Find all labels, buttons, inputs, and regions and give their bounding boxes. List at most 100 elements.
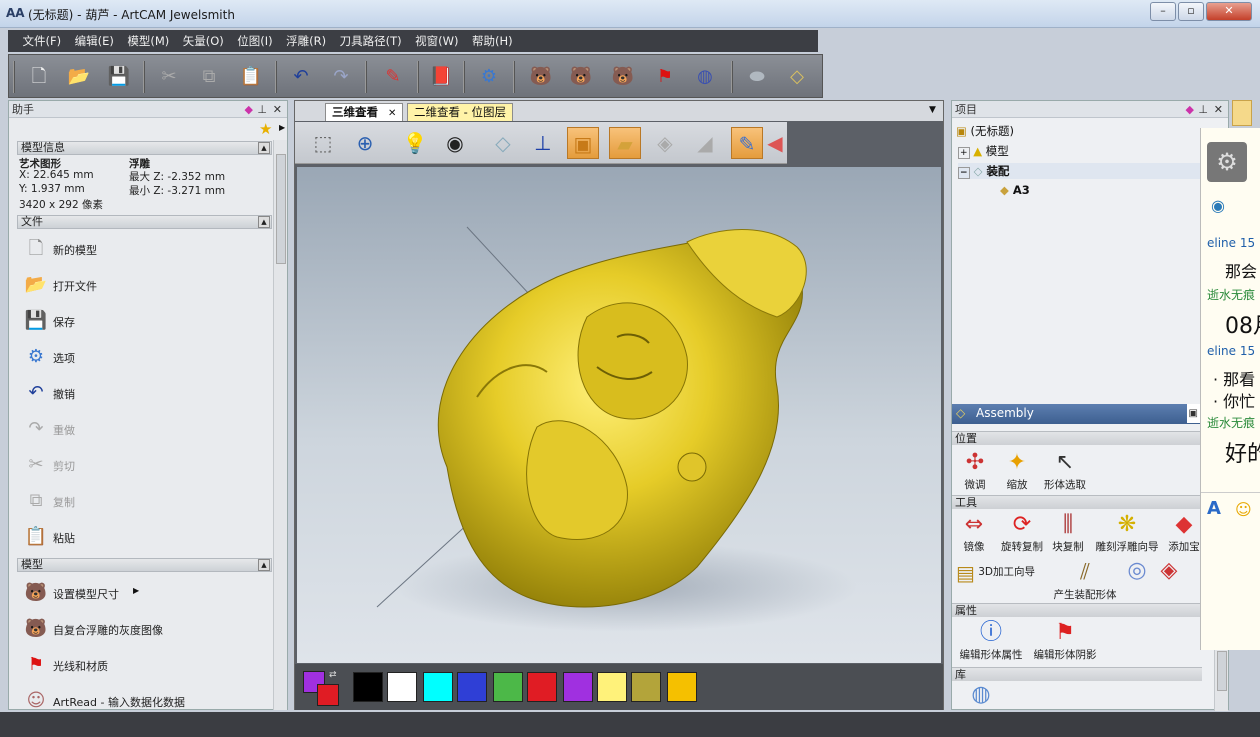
panel-pin-icon[interactable]: ⊥ xyxy=(1198,101,1208,118)
side-dock-tab[interactable] xyxy=(1232,100,1252,126)
eraser-icon[interactable]: ⬬ xyxy=(743,63,771,91)
set-model-size-item[interactable]: 🐻 设置模型尺寸 ▶ xyxy=(23,577,273,609)
menu-help[interactable]: 帮助(H) xyxy=(467,30,518,52)
save-item[interactable]: 💾 保存 xyxy=(23,305,273,337)
new-file-icon[interactable]: 🗋 xyxy=(25,63,53,91)
lighting-material-icon[interactable]: ⚑ xyxy=(651,63,679,91)
panel-brush-icon[interactable]: ◆ xyxy=(1186,101,1194,118)
library-section[interactable]: 库 xyxy=(952,667,1202,681)
eye-icon[interactable]: ◉ xyxy=(439,127,471,159)
close-button[interactable]: ✕ xyxy=(1206,2,1252,21)
tab-3d-view[interactable]: 三维查看 ✕ xyxy=(325,103,404,121)
scroll-thumb[interactable] xyxy=(276,154,286,264)
eye-icon[interactable]: ◉ xyxy=(1211,196,1225,215)
scroll-thumb[interactable] xyxy=(1217,651,1227,691)
menu-window[interactable]: 视窗(W) xyxy=(410,30,463,52)
left-panel-scrollbar[interactable] xyxy=(273,140,287,710)
light-bulb-icon[interactable]: 💡 xyxy=(399,127,431,159)
brush-icon[interactable]: ✎ xyxy=(731,127,763,159)
secondary-color-swatch[interactable] xyxy=(317,684,339,706)
expand-icon[interactable]: + xyxy=(958,147,970,159)
transform-icon[interactable]: ◇ xyxy=(783,63,811,91)
star-arrow-icon[interactable]: ▶ xyxy=(279,123,285,132)
assembly-menu-icon[interactable]: ▣ xyxy=(1186,404,1200,423)
model-info-section[interactable]: 模型信息 ▲ xyxy=(17,141,272,155)
palette-swatch-cyan[interactable] xyxy=(423,672,453,702)
menu-relief[interactable]: 浮雕(R) xyxy=(281,30,331,52)
minimize-button[interactable]: – xyxy=(1150,2,1176,21)
grayscale-relief-item[interactable]: 🐻 自复合浮雕的灰度图像 xyxy=(23,613,273,645)
palette-swatch-green[interactable] xyxy=(493,672,523,702)
palette-swatch-black[interactable] xyxy=(353,672,383,702)
material-icon[interactable]: ▰ xyxy=(609,127,641,159)
palette-swatch-gold[interactable] xyxy=(667,672,697,702)
lighting-material-item[interactable]: ⚑ 光线和材质 xyxy=(23,649,273,681)
3d-machining-wizard-tool[interactable]: ▤ 3D加工向导 xyxy=(956,561,1048,585)
tree-model[interactable]: + ▲ 模型 xyxy=(958,143,1009,159)
position-section[interactable]: 位置 xyxy=(952,431,1202,445)
add-gem-tool[interactable]: ◆ 添加宝 xyxy=(1164,511,1204,554)
options-icon[interactable]: ⚙ xyxy=(475,63,503,91)
nudge-tool[interactable]: ✣ 微调 xyxy=(958,449,992,492)
plane-icon[interactable]: ◇ xyxy=(487,127,519,159)
font-icon[interactable]: A xyxy=(1207,498,1221,519)
menu-toolpath[interactable]: 刀具路径(T) xyxy=(335,30,407,52)
relief-wizard-tool[interactable]: ❋ 雕刻浮雕向导 xyxy=(1092,511,1162,554)
shaded-plane-icon[interactable]: ◈ xyxy=(649,127,681,159)
sphere-icon[interactable]: ◍ xyxy=(691,63,719,91)
model-section[interactable]: 模型 ▲ xyxy=(17,558,272,572)
bear-bw-icon[interactable]: 🐻 xyxy=(609,63,637,91)
palette-swatch-blue[interactable] xyxy=(457,672,487,702)
edit-notes-icon[interactable]: ✎ xyxy=(379,63,407,91)
edit-shape-properties-tool[interactable]: ⓘ 编辑形体属性 xyxy=(956,619,1026,662)
palette-swatch-white[interactable] xyxy=(387,672,417,702)
panel-brush-icon[interactable]: ◆ xyxy=(245,101,253,118)
select-tool[interactable]: ↖ 形体选取 xyxy=(1040,449,1090,492)
block-copy-tool[interactable]: ⫼ 块复制 xyxy=(1048,511,1088,554)
grayscale-relief-icon[interactable]: 🐻 xyxy=(567,63,595,91)
box-icon[interactable]: ▣ xyxy=(567,127,599,159)
scale-tool[interactable]: ✦ 缩放 xyxy=(1000,449,1034,492)
options-item[interactable]: ⚙ 选项 xyxy=(23,341,273,373)
menu-vector[interactable]: 矢量(O) xyxy=(178,30,229,52)
collapse-icon[interactable]: ▲ xyxy=(258,142,270,154)
new-model-item[interactable]: 🗋 新的模型 xyxy=(23,233,273,265)
panel-close-icon[interactable]: ✕ xyxy=(273,101,282,118)
file-section[interactable]: 文件 ▲ xyxy=(17,215,272,229)
tool-icon[interactable]: ◢ xyxy=(689,127,721,159)
tab-close-icon[interactable]: ✕ xyxy=(388,108,396,119)
mirror-tool[interactable]: ⇔ 镜像 xyxy=(956,511,992,554)
favorite-star-icon[interactable]: ★ xyxy=(259,120,272,138)
copy-icon[interactable]: ⧉ xyxy=(195,63,223,91)
tools-section[interactable]: 工具 xyxy=(952,495,1202,509)
open-file-item[interactable]: 📂 打开文件 xyxy=(23,269,273,301)
paste-icon[interactable]: 📋 xyxy=(237,63,265,91)
maximize-button[interactable]: ▫ xyxy=(1178,2,1204,21)
axis-icon[interactable]: ⊥ xyxy=(527,127,559,159)
gem-setting-tool[interactable]: ◈ xyxy=(1152,557,1186,585)
tree-root[interactable]: ▣ (无标题) xyxy=(956,123,1014,139)
palette-swatch-lightyellow[interactable] xyxy=(597,672,627,702)
tab-2d-view[interactable]: 二维查看 - 位图层 xyxy=(407,103,513,121)
more-tools-icon[interactable]: ◀ xyxy=(767,127,783,159)
tree-assembly[interactable]: − ◇ 装配 xyxy=(958,163,1208,179)
save-icon[interactable]: 💾 xyxy=(105,63,133,91)
library-item[interactable]: ◍ xyxy=(966,681,996,709)
book-icon[interactable]: 📕 xyxy=(427,63,455,91)
create-assembly-shape-tool[interactable]: ⫽ 产生装配形体 xyxy=(1050,559,1120,602)
gear-avatar-icon[interactable]: ⚙ xyxy=(1207,142,1247,182)
redo-icon[interactable]: ↷ xyxy=(327,63,355,91)
menu-bitmap[interactable]: 位图(I) xyxy=(232,30,277,52)
properties-section[interactable]: 属性 xyxy=(952,603,1202,617)
cube-view-icon[interactable]: ⬚ xyxy=(307,127,339,159)
menu-file[interactable]: 文件(F) xyxy=(18,30,67,52)
model-size-icon[interactable]: 🐻 xyxy=(527,63,555,91)
palette-swatch-olive[interactable] xyxy=(631,672,661,702)
collapse-icon[interactable]: − xyxy=(958,167,970,179)
paste-item[interactable]: 📋 粘贴 xyxy=(23,521,273,553)
menu-edit[interactable]: 编辑(E) xyxy=(70,30,119,52)
undo-item[interactable]: ↶ 撤销 xyxy=(23,377,273,409)
cut-icon[interactable]: ✂ xyxy=(155,63,183,91)
zoom-icon[interactable]: ⊕ xyxy=(349,127,381,159)
3d-viewport[interactable] xyxy=(297,167,941,663)
